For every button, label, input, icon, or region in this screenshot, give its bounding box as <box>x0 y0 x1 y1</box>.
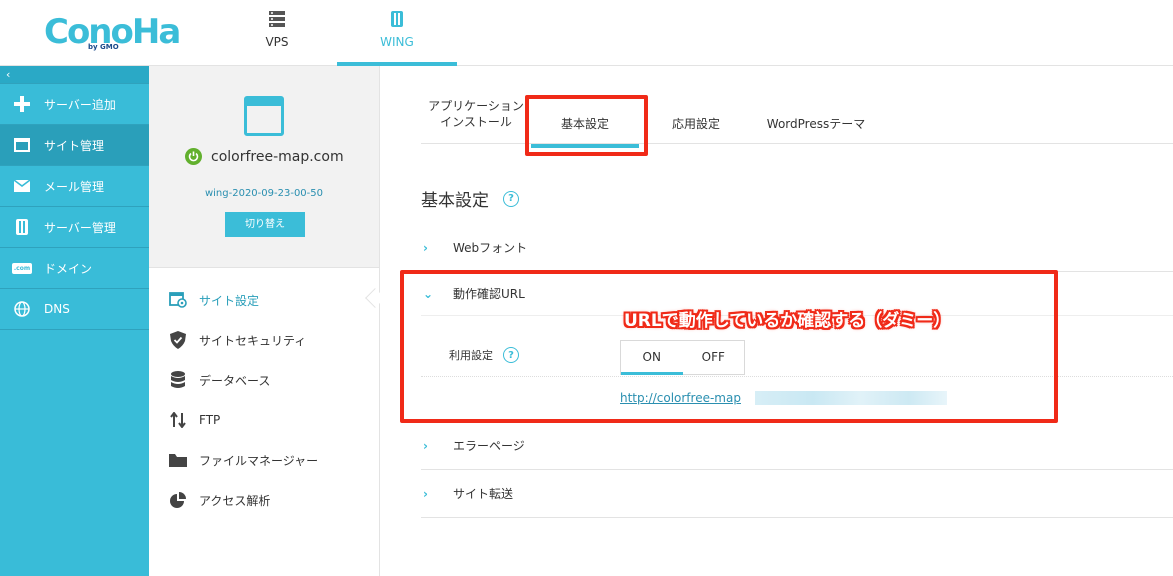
menu-item-label: アクセス解析 <box>199 493 271 508</box>
chevron-right-icon: › <box>423 240 428 255</box>
site-name: colorfree-map.com <box>211 148 344 165</box>
domain-badge: .com <box>13 264 31 272</box>
menu-item-file-manager[interactable]: ファイルマネージャー <box>169 448 318 472</box>
menu-item-access-analytics[interactable]: アクセス解析 <box>169 488 270 512</box>
menu-item-label: サイトセキュリティ <box>199 333 307 348</box>
top-bar: ConoHa by GMO VPS WING <box>0 0 1173 66</box>
chevron-right-icon: › <box>423 486 428 501</box>
sidebar-item-dns[interactable]: DNS <box>0 289 149 330</box>
tab-label: WordPressテーマ <box>766 117 866 131</box>
sidebar: ‹ サーバー追加 サイト管理 メール管理 サーバー管理 .com ドメイン DN… <box>0 66 149 576</box>
accordion-error-page[interactable]: › エラーページ <box>421 422 1173 470</box>
menu-item-label: データベース <box>199 373 271 388</box>
tab-label: 応用設定 <box>671 117 720 131</box>
menu-item-site-security[interactable]: サイトセキュリティ <box>169 328 306 352</box>
highlight-box-tab <box>525 95 648 156</box>
accordion-web-font[interactable]: › Webフォント <box>421 224 1173 272</box>
topnav-vps[interactable]: VPS <box>217 0 337 66</box>
wing-id: wing-2020-09-23-00-50 <box>204 188 324 199</box>
domain-icon: .com <box>12 262 32 274</box>
site-settings-icon <box>169 291 187 309</box>
tab-label-line1: アプリケーション <box>428 99 524 113</box>
menu-item-database[interactable]: データベース <box>169 368 270 392</box>
sidebar-item-label: メール管理 <box>44 179 105 194</box>
tab-wordpress-theme[interactable]: WordPressテーマ <box>741 94 891 144</box>
folder-icon <box>169 451 187 469</box>
accordion-label: エラーページ <box>453 439 525 453</box>
sidebar-item-domain[interactable]: .com ドメイン <box>0 248 149 289</box>
site-summary: colorfree-map.com wing-2020-09-23-00-50 … <box>149 66 379 268</box>
sidebar-item-label: DNS <box>44 302 70 316</box>
pie-chart-icon <box>169 491 187 509</box>
switch-button[interactable]: 切り替え <box>225 212 305 237</box>
menu-item-ftp[interactable]: FTP <box>169 408 220 432</box>
highlight-box-check-url <box>400 270 1058 423</box>
section-title: 基本設定 ? <box>421 186 519 211</box>
tab-advanced-settings[interactable]: 応用設定 <box>651 94 741 144</box>
sidebar-item-mail[interactable]: メール管理 <box>0 166 149 207</box>
website-icon <box>244 96 284 136</box>
server-icon <box>268 10 286 32</box>
menu-item-site-settings[interactable]: サイト設定 <box>169 288 259 312</box>
wing-icon <box>388 10 406 32</box>
help-icon[interactable]: ? <box>503 190 519 207</box>
menu-item-label: ファイルマネージャー <box>199 453 319 468</box>
sidebar-item-site-management[interactable]: サイト管理 <box>0 125 149 166</box>
topnav-vps-label: VPS <box>265 35 289 49</box>
shield-icon <box>169 331 187 349</box>
logo-by-text: by GMO <box>88 43 119 51</box>
sidebar-item-add-server[interactable]: サーバー追加 <box>0 84 149 125</box>
topnav-wing-label: WING <box>380 35 414 49</box>
chevron-right-icon: › <box>423 438 428 453</box>
sidebar-item-label: サーバー管理 <box>44 220 116 235</box>
menu-item-label: サイト設定 <box>199 293 260 308</box>
mail-icon <box>12 178 32 194</box>
database-icon <box>169 371 187 389</box>
globe-icon <box>12 301 32 317</box>
sidebar-item-label: ドメイン <box>44 261 93 276</box>
sidebar-collapse-button[interactable]: ‹ <box>0 66 149 84</box>
conoha-logo[interactable]: ConoHa by GMO <box>44 10 181 54</box>
window-icon <box>12 137 32 153</box>
tab-app-install[interactable]: アプリケーション インストール <box>426 98 526 148</box>
accordion-label: サイト転送 <box>453 487 514 501</box>
topnav-wing[interactable]: WING <box>337 0 457 66</box>
menu-item-label: FTP <box>199 413 221 427</box>
sidebar-item-label: サーバー追加 <box>44 97 116 112</box>
accordion-label: Webフォント <box>453 241 528 255</box>
server-icon <box>12 219 32 235</box>
site-panel: colorfree-map.com wing-2020-09-23-00-50 … <box>149 66 380 576</box>
accordion-site-transfer[interactable]: › サイト転送 <box>421 470 1173 518</box>
ftp-icon <box>169 411 187 429</box>
plus-icon <box>12 96 32 112</box>
site-name-row: colorfree-map.com <box>185 148 344 165</box>
tab-label-line2: インストール <box>440 115 512 129</box>
sidebar-item-server-management[interactable]: サーバー管理 <box>0 207 149 248</box>
annotation-text: URLで動作しているか確認する（ダミー） <box>624 311 951 331</box>
sidebar-item-label: サイト管理 <box>44 138 105 153</box>
power-icon <box>185 148 202 165</box>
section-title-text: 基本設定 <box>421 191 489 211</box>
